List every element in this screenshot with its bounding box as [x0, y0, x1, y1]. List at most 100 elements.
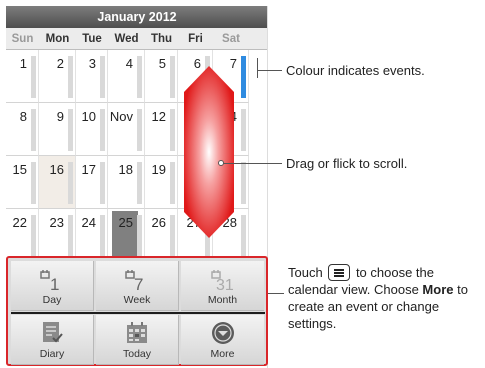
weekday-mon: Mon: [45, 33, 70, 45]
events-callout: Colour indicates events.: [286, 63, 425, 78]
event-indicator: [100, 162, 105, 204]
day-cell[interactable]: 10: [76, 103, 108, 156]
menu-callout-touch: Touch: [288, 265, 323, 280]
event-indicator: [170, 109, 175, 151]
event-indicator: [170, 162, 175, 204]
event-indicator: [137, 109, 142, 151]
day-number: 23: [49, 215, 64, 230]
day-number: 19: [151, 162, 166, 177]
menu-item-label: More: [210, 348, 235, 360]
weekday-wed: Wed: [114, 33, 139, 45]
diary-icon: [39, 320, 65, 346]
day-cell[interactable]: 18: [108, 156, 145, 209]
day-cell[interactable]: 5: [145, 50, 178, 103]
events-leader-line: [258, 70, 282, 71]
day-number: 22: [12, 215, 27, 230]
svg-text:7: 7: [134, 275, 143, 292]
day-number: 26: [151, 215, 166, 230]
day-number: 2: [56, 56, 64, 71]
day-number: 4: [125, 56, 133, 71]
day-cell[interactable]: 19: [145, 156, 178, 209]
menu-item-day[interactable]: 1 Day: [11, 261, 94, 311]
day-number: 12: [151, 109, 166, 124]
event-indicator: [100, 109, 105, 151]
day-cell[interactable]: 12: [145, 103, 178, 156]
menu-item-diary[interactable]: Diary: [11, 315, 94, 365]
event-indicator: [68, 109, 73, 151]
day-number: 15: [12, 162, 27, 177]
weekday-fri: Fri: [188, 33, 203, 45]
event-indicator: [68, 56, 73, 98]
menu-key-icon: [328, 264, 351, 281]
day-cell[interactable]: 1: [6, 50, 39, 103]
event-indicator: [31, 109, 36, 151]
week-view-icon: 7: [124, 266, 150, 294]
menu-item-label: Day: [42, 294, 62, 306]
day-number: 17: [81, 162, 96, 177]
menu-item-today[interactable]: Today: [96, 315, 179, 365]
scroll-leader-line: [222, 163, 282, 164]
day-number: 3: [88, 56, 96, 71]
scroll-arrow-shape: [184, 66, 234, 238]
day-cell[interactable]: 26: [145, 209, 178, 262]
day-number: 25: [118, 215, 133, 230]
svg-text:1: 1: [50, 275, 59, 292]
menu-item-label: Today: [122, 348, 152, 360]
day-number: 5: [158, 56, 166, 71]
today-icon: [124, 320, 150, 346]
event-indicator: [31, 215, 36, 257]
weekday-tue: Tue: [82, 33, 102, 45]
day-cell[interactable]: Nov: [108, 103, 145, 156]
scroll-callout: Drag or flick to scroll.: [286, 156, 408, 171]
event-indicator: [241, 215, 246, 257]
scroll-leader-dot: [218, 160, 224, 166]
events-leader-stub: [257, 58, 258, 78]
weekday-thu: Thu: [150, 33, 173, 45]
event-indicator: [31, 56, 36, 98]
day-cell[interactable]: 9: [39, 103, 76, 156]
menu-callout: Touch to choose the calendar view. Choos…: [288, 264, 482, 332]
day-cell[interactable]: 15: [6, 156, 39, 209]
day-view-icon: 1: [39, 266, 65, 294]
menu-row-divider: [11, 312, 265, 314]
day-cell[interactable]: 17: [76, 156, 108, 209]
day-cell[interactable]: 3: [76, 50, 108, 103]
day-number: 18: [118, 162, 133, 177]
month-title: January 2012: [6, 6, 267, 28]
day-cell[interactable]: 4: [108, 50, 145, 103]
day-cell[interactable]: 24: [76, 209, 108, 262]
day-cell[interactable]: 23: [39, 209, 76, 262]
event-indicator: [137, 56, 142, 98]
event-indicator: [170, 56, 175, 98]
menu-item-label: Week: [123, 294, 151, 306]
day-number: 10: [81, 109, 96, 124]
day-cell[interactable]: 16: [39, 156, 76, 209]
day-number: 8: [19, 109, 27, 124]
day-cell[interactable]: 25: [108, 209, 145, 262]
event-indicator: [68, 215, 73, 257]
event-indicator: [137, 215, 142, 257]
menu-item-month[interactable]: 31 Month: [181, 261, 264, 311]
menu-item-week[interactable]: 7 Week: [96, 261, 179, 311]
day-number: 24: [81, 215, 96, 230]
menu-leader-line: [268, 293, 284, 294]
day-number: 16: [49, 162, 64, 177]
day-number: 1: [19, 56, 27, 71]
month-view-icon: 31: [210, 266, 236, 294]
event-indicator: [31, 162, 36, 204]
more-icon: [210, 320, 236, 346]
weekday-sat: Sat: [222, 33, 240, 45]
scroll-handle[interactable]: [184, 66, 234, 238]
event-indicator: [170, 215, 175, 257]
event-indicator: [241, 162, 246, 204]
event-indicator: [137, 162, 142, 204]
event-indicator: [100, 215, 105, 257]
event-indicator: [100, 56, 105, 98]
day-cell[interactable]: 2: [39, 50, 76, 103]
menu-item-more[interactable]: More: [181, 315, 264, 365]
calendar-options-menu: 1 Day 7 Week 31 Month Diary Today More: [6, 256, 268, 366]
weekday-sun: Sun: [11, 33, 34, 45]
day-cell[interactable]: 8: [6, 103, 39, 156]
day-cell[interactable]: 22: [6, 209, 39, 262]
day-number: Nov: [109, 109, 133, 124]
